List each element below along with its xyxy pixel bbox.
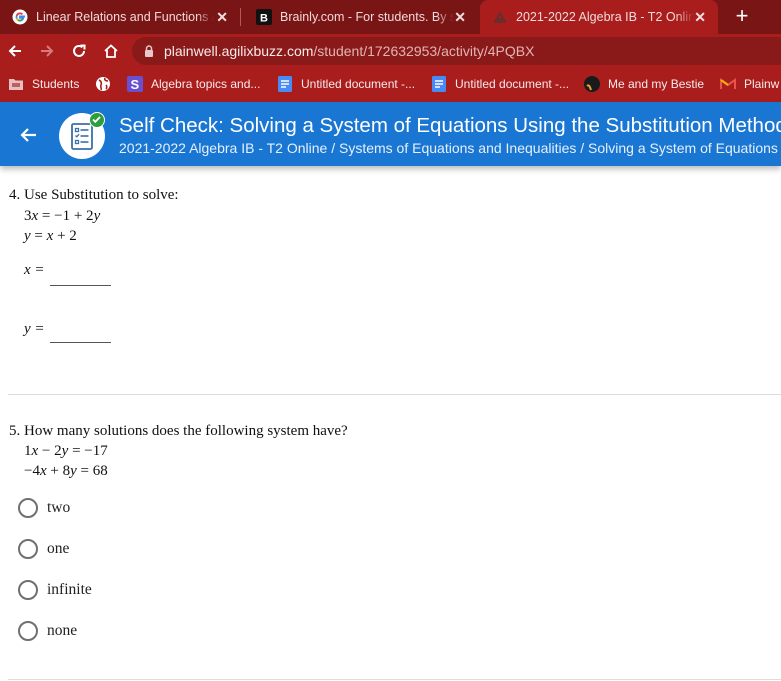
var: y bbox=[24, 228, 31, 244]
coef: −4 bbox=[24, 463, 40, 479]
bookmark-label: Untitled document -... bbox=[301, 77, 416, 91]
question-4-equation-2: y = x + 2 bbox=[24, 228, 77, 245]
option-label: one bbox=[47, 540, 70, 557]
option-label: none bbox=[47, 622, 78, 639]
address-bar[interactable]: plainwell.agilixbuzz.com/student/1726329… bbox=[132, 37, 781, 65]
tab-linear-relations[interactable]: Linear Relations and Functions / ✕ bbox=[0, 0, 240, 34]
radio-button[interactable] bbox=[18, 498, 38, 518]
bookmarks-bar: Students S Algebra topics and... Untitle… bbox=[0, 68, 781, 102]
bookmark-globe[interactable] bbox=[95, 68, 119, 100]
bookmark-label: Untitled document -... bbox=[455, 77, 570, 91]
radio-button[interactable] bbox=[18, 539, 38, 559]
activity-content: 4. Use Substitution to solve: 3x = −1 + … bbox=[0, 166, 781, 681]
expr: − 2 bbox=[38, 443, 62, 459]
bookmark-untitled-doc-1[interactable]: Untitled document -... bbox=[277, 68, 415, 100]
question-4-equation-1: 3x = −1 + 2y bbox=[24, 208, 100, 225]
browser-toolbar: plainwell.agilixbuzz.com/student/1726329… bbox=[0, 34, 781, 68]
gmail-icon bbox=[720, 76, 736, 92]
var: y bbox=[70, 463, 77, 479]
bookmark-label: Me and my Bestie bbox=[608, 77, 705, 91]
var: y bbox=[93, 208, 101, 224]
bookmark-plainwell-gmail[interactable]: Plainw bbox=[720, 68, 779, 100]
svg-text:B: B bbox=[260, 13, 268, 25]
docs-icon bbox=[277, 76, 293, 92]
expr: = −17 bbox=[68, 443, 108, 459]
y-answer-label: y = bbox=[24, 321, 45, 337]
reload-icon bbox=[73, 44, 86, 57]
option-none[interactable]: none bbox=[18, 619, 77, 643]
tab-separator bbox=[240, 8, 241, 26]
x-answer-label: x = bbox=[24, 262, 45, 278]
expr: = −1 + 2 bbox=[38, 208, 94, 224]
bookmark-students[interactable]: Students bbox=[8, 68, 79, 100]
tab-algebra-active[interactable]: 2021-2022 Algebra IB - T2 Online ✕ bbox=[480, 0, 718, 34]
globe-icon bbox=[95, 76, 111, 92]
option-label: infinite bbox=[47, 581, 92, 598]
tab-title: Linear Relations and Functions / bbox=[36, 10, 214, 24]
question-4-prompt: 4. Use Substitution to solve: bbox=[9, 187, 179, 203]
arrow-left-icon bbox=[8, 45, 21, 57]
arrow-left-icon bbox=[20, 128, 36, 142]
arrow-right-icon bbox=[41, 45, 54, 57]
folder-icon bbox=[8, 76, 24, 92]
breadcrumb[interactable]: 2021-2022 Algebra IB - T2 Online / Syste… bbox=[119, 140, 781, 156]
google-icon bbox=[12, 9, 28, 25]
radio-button[interactable] bbox=[18, 621, 38, 641]
activity-header: Self Check: Solving a System of Equation… bbox=[0, 102, 781, 166]
expr: = 68 bbox=[76, 463, 108, 479]
tab-brainly[interactable]: B Brainly.com - For students. By st ✕ bbox=[244, 0, 478, 34]
lock-icon bbox=[145, 45, 153, 57]
agilix-icon bbox=[492, 9, 508, 25]
question-5-equation-1: 1x − 2y = −17 bbox=[24, 443, 108, 460]
url-text: plainwell.agilixbuzz.com/student/1726329… bbox=[164, 43, 534, 59]
coef: 3 bbox=[24, 208, 32, 224]
question-divider bbox=[8, 679, 781, 680]
question-divider bbox=[8, 394, 781, 395]
close-tab-icon[interactable]: ✕ bbox=[454, 9, 466, 26]
bookmark-me-and-my-bestie[interactable]: Me and my Bestie bbox=[584, 68, 704, 100]
new-tab-button[interactable]: + bbox=[730, 4, 754, 28]
option-infinite[interactable]: infinite bbox=[18, 578, 92, 602]
close-tab-icon[interactable]: ✕ bbox=[216, 9, 228, 26]
var: x bbox=[39, 463, 47, 479]
home-icon bbox=[104, 44, 118, 58]
option-label: two bbox=[47, 499, 71, 516]
option-two[interactable]: two bbox=[18, 496, 70, 520]
page-title: Self Check: Solving a System of Equation… bbox=[119, 114, 781, 137]
expr: + 8 bbox=[46, 463, 71, 479]
question-5-prompt: 5. How many solutions does the following… bbox=[9, 423, 348, 439]
reload-button[interactable] bbox=[67, 39, 91, 63]
bookmark-untitled-doc-2[interactable]: Untitled document -... bbox=[431, 68, 569, 100]
brainly-icon: B bbox=[256, 9, 272, 25]
svg-text:S: S bbox=[131, 77, 140, 92]
expr: + 2 bbox=[53, 228, 77, 244]
home-button[interactable] bbox=[99, 39, 123, 63]
bookmark-label: Students bbox=[32, 77, 80, 91]
radio-button[interactable] bbox=[18, 580, 38, 600]
tab-title: Brainly.com - For students. By st bbox=[280, 10, 455, 24]
back-to-course-button[interactable] bbox=[16, 122, 42, 148]
tab-title: 2021-2022 Algebra IB - T2 Online bbox=[516, 10, 694, 24]
bookmark-algebra-topics[interactable]: S Algebra topics and... bbox=[127, 68, 260, 100]
avatar-icon bbox=[584, 76, 600, 92]
y-answer-input[interactable] bbox=[50, 325, 111, 343]
bookmark-label: Algebra topics and... bbox=[151, 77, 261, 91]
back-button[interactable] bbox=[3, 39, 27, 63]
completed-check-icon bbox=[89, 112, 105, 128]
option-one[interactable]: one bbox=[18, 537, 69, 561]
expr: = bbox=[30, 228, 47, 244]
forward-button[interactable] bbox=[35, 39, 59, 63]
s-app-icon: S bbox=[127, 76, 143, 92]
url-path: /student/172632953/activity/4PQBX bbox=[313, 43, 535, 59]
bookmark-label: Plainw bbox=[744, 77, 780, 91]
question-5-equation-2: −4x + 8y = 68 bbox=[24, 463, 108, 480]
coef: 1 bbox=[24, 443, 32, 459]
close-tab-icon[interactable]: ✕ bbox=[694, 9, 706, 26]
url-host: plainwell.agilixbuzz.com bbox=[164, 43, 314, 59]
docs-icon bbox=[431, 76, 447, 92]
x-answer-input[interactable] bbox=[50, 268, 111, 286]
tab-strip: Linear Relations and Functions / ✕ B Bra… bbox=[0, 0, 781, 34]
